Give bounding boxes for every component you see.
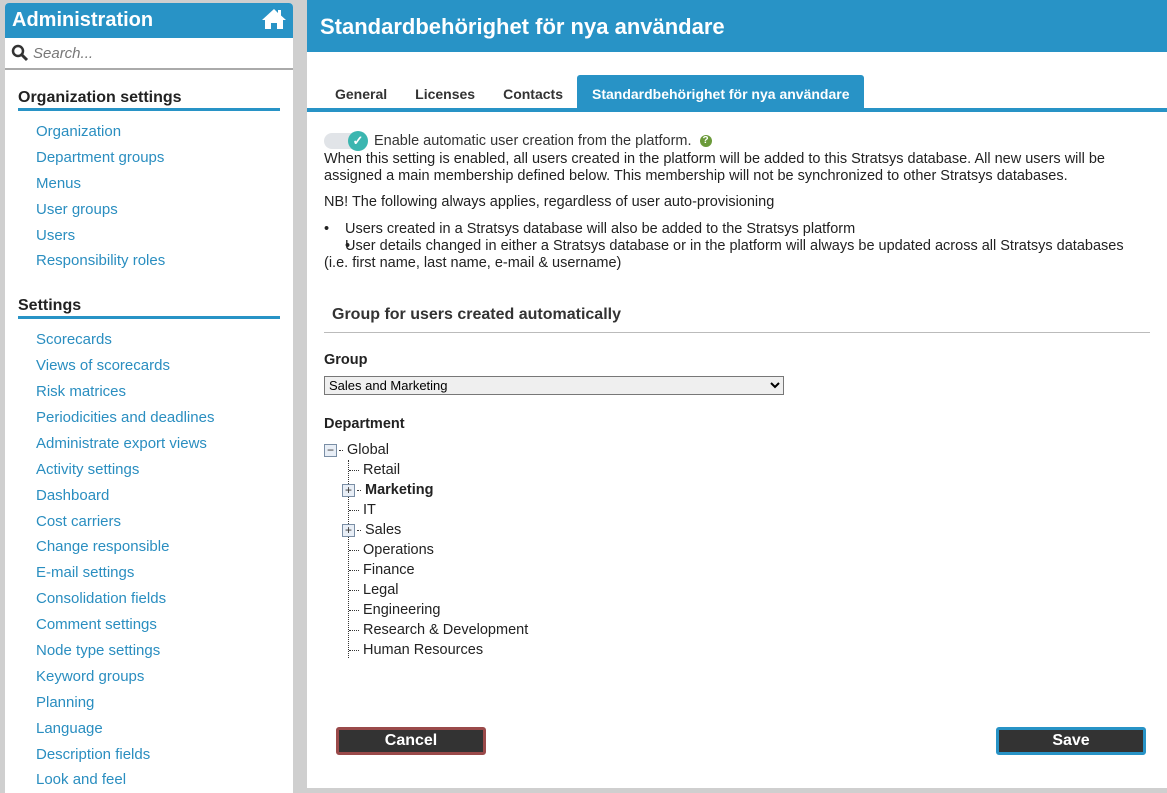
department-label: Department [324, 416, 405, 432]
sidebar-item[interactable]: Views of scorecards [18, 357, 280, 383]
admin-sidebar: Administration Search... Organization se… [5, 3, 293, 793]
group-select[interactable]: Sales and Marketing [324, 376, 784, 395]
tree-node[interactable]: Finance [363, 562, 415, 578]
help-icon[interactable]: ? [699, 135, 712, 147]
tree-node[interactable]: Operations [363, 542, 434, 558]
sidebar-header: Administration [5, 3, 293, 38]
collapse-icon[interactable]: − [324, 443, 337, 457]
sidebar-item[interactable]: Consolidation fields [18, 590, 280, 616]
tree-node[interactable]: Human Resources [363, 642, 483, 658]
cancel-button[interactable]: Cancel [336, 727, 486, 755]
sidebar-item[interactable]: Cost carriers [18, 513, 280, 539]
sidebar-item[interactable]: Users [18, 227, 280, 253]
sidebar-item[interactable]: Organization [18, 123, 280, 149]
tree-node[interactable]: Marketing [365, 482, 434, 498]
sidebar-item[interactable]: Department groups [18, 149, 280, 175]
sidebar-item[interactable]: Language [18, 720, 280, 746]
tree-node[interactable]: Legal [363, 582, 398, 598]
sidebar-item[interactable]: Planning [18, 694, 280, 720]
sidebar-item[interactable]: Look and feel [18, 771, 280, 793]
section-organization-settings: Organization settings Organization Depart… [18, 89, 280, 278]
tab-licenses[interactable]: Licenses [401, 75, 489, 108]
check-icon: ✓ [348, 131, 368, 151]
sidebar-item[interactable]: Scorecards [18, 331, 280, 357]
sidebar-item[interactable]: User groups [18, 201, 280, 227]
tree-connector [349, 509, 359, 511]
tree-node[interactable]: Engineering [363, 602, 440, 618]
home-icon[interactable] [261, 8, 287, 30]
toggle-label: Enable automatic user creation from the … [374, 133, 692, 149]
group-section-title: Group for users created automatically [324, 272, 1150, 333]
tree-node[interactable]: Research & Development [363, 622, 528, 638]
main-panel: Standardbehörighet för nya användare Gen… [307, 0, 1167, 788]
department-tree: − Global Retail + Marketing IT + Sales Operatio… [324, 440, 1150, 658]
tree-connector [349, 649, 359, 651]
sidebar-item[interactable]: Description fields [18, 746, 280, 772]
tree-connector [349, 589, 359, 591]
description: When this setting is enabled, all users … [324, 151, 1105, 184]
tree-connector [357, 489, 361, 491]
sidebar-search[interactable]: Search... [5, 38, 293, 70]
sidebar-item[interactable]: Dashboard [18, 487, 280, 513]
section-settings: Settings Scorecards Views of scorecards Ri… [18, 297, 280, 793]
tree-connector [349, 469, 359, 471]
search-icon [11, 44, 29, 62]
tree-connector [349, 609, 359, 611]
search-input[interactable]: Search... [33, 45, 93, 62]
tree-connector [339, 449, 343, 451]
sidebar-item[interactable]: Responsibility roles [18, 252, 280, 278]
section-title: Organization settings [18, 89, 280, 111]
save-button[interactable]: Save [996, 727, 1146, 755]
auto-creation-toggle[interactable]: ✓ [324, 131, 368, 151]
sidebar-item[interactable]: Keyword groups [18, 668, 280, 694]
sidebar-item[interactable]: Change responsible [18, 538, 280, 564]
tree-connector [349, 549, 359, 551]
bullet: User details changed in either a Stratsy… [324, 238, 1150, 272]
sidebar-item[interactable]: Periodicities and deadlines [18, 409, 280, 435]
tree-connector [349, 569, 359, 571]
page-title: Standardbehörighet för nya användare [307, 0, 1167, 52]
sidebar-item[interactable]: Menus [18, 175, 280, 201]
tree-connector [349, 629, 359, 631]
expand-icon[interactable]: + [342, 523, 355, 537]
nb-note: NB! The following always applies, regard… [324, 194, 775, 210]
bullet: Users created in a Stratsys database wil… [324, 221, 1150, 238]
group-label: Group [324, 352, 368, 368]
sidebar-item[interactable]: Activity settings [18, 461, 280, 487]
expand-icon[interactable]: + [342, 483, 355, 497]
section-title: Settings [18, 297, 280, 320]
tab-general[interactable]: General [321, 75, 401, 108]
sidebar-item[interactable]: Comment settings [18, 616, 280, 642]
sidebar-item[interactable]: Risk matrices [18, 383, 280, 409]
tab-default-permissions[interactable]: Standardbehörighet för nya användare [576, 75, 865, 108]
tree-node[interactable]: IT [363, 502, 376, 518]
sidebar-title: Administration [12, 9, 154, 31]
tab-contacts[interactable]: Contacts [489, 75, 577, 108]
sidebar-item[interactable]: Node type settings [18, 642, 280, 668]
tree-node[interactable]: Retail [363, 462, 400, 478]
tree-node[interactable]: Sales [365, 522, 401, 538]
tree-connector [357, 529, 361, 531]
tab-bar: General Licenses Contacts Standardbehöri… [307, 75, 1167, 112]
sidebar-item[interactable]: Administrate export views [18, 435, 280, 461]
sidebar-item[interactable]: E-mail settings [18, 564, 280, 590]
tree-node-global[interactable]: Global [347, 442, 389, 458]
